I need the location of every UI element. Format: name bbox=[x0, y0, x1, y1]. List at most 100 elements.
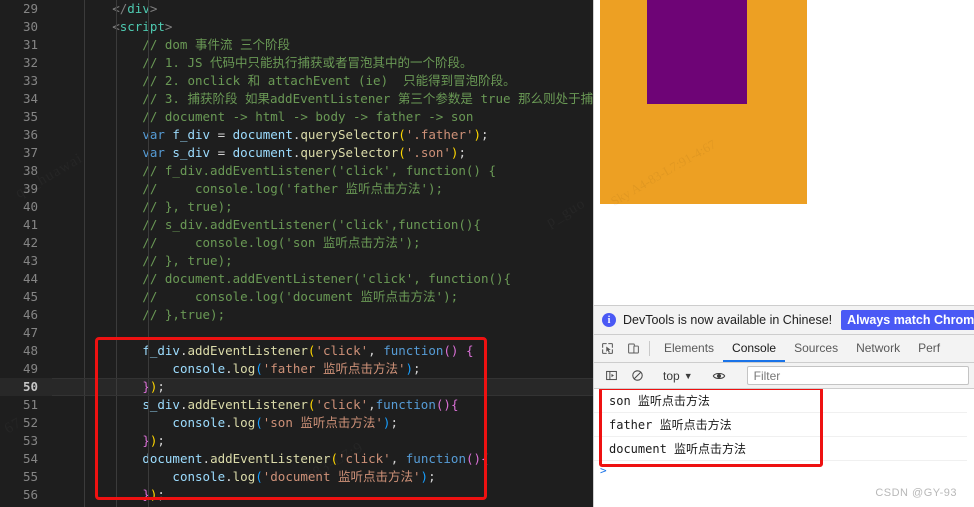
code-line[interactable]: 50 }); bbox=[0, 378, 593, 396]
code-token: '.father' bbox=[405, 127, 474, 142]
code-token: console bbox=[172, 361, 226, 376]
code-line[interactable]: 38 // f_div.addEventListener('click', fu… bbox=[0, 162, 593, 180]
code-line[interactable]: 56 }); bbox=[0, 486, 593, 504]
code-line[interactable]: 30 <script> bbox=[0, 18, 593, 36]
code-token: = bbox=[210, 145, 233, 160]
code-lines-container[interactable]: 29 </div> 30 <script> 31 // dom 事件流 三个阶段 32… bbox=[0, 0, 593, 507]
code-line[interactable]: 43 // }, true); bbox=[0, 252, 593, 270]
console-filter-input[interactable]: Filter bbox=[746, 366, 969, 385]
console-scrollbar[interactable] bbox=[967, 389, 974, 507]
code-line[interactable]: 33 // 2. onclick 和 attachEvent (ie) 只能得到… bbox=[0, 72, 593, 90]
code-line[interactable]: 53 }); bbox=[0, 432, 593, 450]
line-number: 40 bbox=[22, 199, 38, 214]
code-line[interactable]: 42 // console.log('son 监听点击方法'); bbox=[0, 234, 593, 252]
code-line[interactable]: 55 console.log('document 监听点击方法'); bbox=[0, 468, 593, 486]
code-line[interactable]: 29 </div> bbox=[0, 0, 593, 18]
code-line[interactable]: 32 // 1. JS 代码中只能执行捕获或者冒泡其中的一个阶段。 bbox=[0, 54, 593, 72]
code-line-text: // 1. JS 代码中只能执行捕获或者冒泡其中的一个阶段。 bbox=[52, 54, 593, 72]
code-line[interactable]: 44 // document.addEventListener('click',… bbox=[0, 270, 593, 288]
code-line[interactable]: 34 // 3. 捕获阶段 如果addEventListener 第三个参数是 … bbox=[0, 90, 593, 108]
devtools-tab-list[interactable]: Elements Console Sources Network Perf bbox=[655, 335, 949, 362]
tab-perf[interactable]: Perf bbox=[909, 335, 949, 362]
devtools-panel[interactable]: i DevTools is now available in Chinese! … bbox=[594, 305, 974, 507]
code-token: . bbox=[225, 415, 233, 430]
code-line[interactable]: 36 var f_div = document.querySelector('.… bbox=[0, 126, 593, 144]
code-line-text: f_div.addEventListener('click', function… bbox=[52, 342, 593, 360]
console-message[interactable]: document 监听点击方法 bbox=[594, 437, 974, 461]
indent-guide bbox=[84, 450, 85, 468]
page-viewport[interactable]: Sky A4-83-L7:91-4:67 bbox=[594, 0, 974, 305]
indent-guide bbox=[116, 342, 117, 360]
code-line-text: // document.addEventListener('click', fu… bbox=[52, 270, 593, 288]
always-match-chrome-language-button[interactable]: Always match Chrome's la bbox=[841, 310, 974, 330]
indent-guide bbox=[84, 432, 85, 450]
indent-guide bbox=[84, 54, 85, 72]
code-line-text: <script> bbox=[52, 18, 593, 36]
code-line[interactable]: 49 console.log('father 监听点击方法'); bbox=[0, 360, 593, 378]
code-token: // console.log('son 监听点击方法'); bbox=[52, 235, 421, 250]
code-line[interactable]: 40 // }, true); bbox=[0, 198, 593, 216]
console-message[interactable]: father 监听点击方法 bbox=[594, 413, 974, 437]
code-line[interactable]: 47 bbox=[0, 324, 593, 342]
code-token: ; bbox=[390, 415, 398, 430]
code-line-text: // },true); bbox=[52, 306, 593, 324]
devtools-tabbar[interactable]: Elements Console Sources Network Perf bbox=[594, 335, 974, 363]
console-message[interactable]: son 监听点击方法 bbox=[594, 389, 974, 413]
code-line[interactable]: 41 // s_div.addEventListener('click',fun… bbox=[0, 216, 593, 234]
code-line[interactable]: 46 // },true); bbox=[0, 306, 593, 324]
console-output[interactable]: son 监听点击方法 father 监听点击方法 document 监听点击方法 >… bbox=[594, 389, 974, 507]
console-context-selector[interactable]: top ▼ bbox=[659, 369, 697, 383]
indent-guide bbox=[116, 450, 117, 468]
live-expression-eye-icon[interactable] bbox=[706, 369, 732, 383]
line-number: 36 bbox=[22, 127, 38, 142]
clear-console-icon[interactable] bbox=[624, 369, 650, 382]
indent-guide bbox=[116, 18, 117, 36]
device-toolbar-icon[interactable] bbox=[620, 335, 646, 362]
code-token: ( bbox=[255, 361, 263, 376]
indent-guide bbox=[116, 252, 117, 270]
son-div[interactable] bbox=[647, 0, 747, 104]
code-line[interactable]: 54 document.addEventListener('click', fu… bbox=[0, 450, 593, 468]
tab-console[interactable]: Console bbox=[723, 335, 786, 362]
console-input-prompt[interactable]: > bbox=[594, 461, 974, 481]
indent-guide bbox=[148, 198, 149, 216]
indent-guide bbox=[116, 54, 117, 72]
code-line-text: </div> bbox=[52, 0, 593, 18]
code-line[interactable]: 31 // dom 事件流 三个阶段 bbox=[0, 36, 593, 54]
code-line[interactable]: 48 f_div.addEventListener('click', funct… bbox=[0, 342, 593, 360]
console-filterbar[interactable]: top ▼ Filter bbox=[594, 363, 974, 389]
indent-guide bbox=[148, 414, 149, 432]
console-message-list[interactable]: son 监听点击方法 father 监听点击方法 document 监听点击方法 bbox=[594, 389, 974, 461]
indent-guide bbox=[84, 396, 85, 414]
code-token: function bbox=[375, 397, 436, 412]
line-number: 41 bbox=[22, 217, 38, 232]
code-line[interactable]: 52 console.log('son 监听点击方法'); bbox=[0, 414, 593, 432]
code-line[interactable]: 35 // document -> html -> body -> father… bbox=[0, 108, 593, 126]
code-token: console bbox=[172, 415, 226, 430]
code-token: ( bbox=[398, 145, 406, 160]
code-line[interactable]: 45 // console.log('document 监听点击方法'); bbox=[0, 288, 593, 306]
code-token: div bbox=[127, 1, 150, 16]
code-line-text: var s_div = document.querySelector('.son… bbox=[52, 144, 593, 162]
code-line[interactable]: 39 // console.log('father 监听点击方法'); bbox=[0, 180, 593, 198]
code-token: // 2. onclick 和 attachEvent (ie) 只能得到冒泡阶… bbox=[52, 73, 516, 88]
indent-guide bbox=[116, 234, 117, 252]
tab-sources[interactable]: Sources bbox=[785, 335, 847, 362]
code-editor[interactable]: 29 </div> 30 <script> 31 // dom 事件流 三个阶段 32… bbox=[0, 0, 593, 507]
console-sidebar-icon[interactable] bbox=[598, 369, 624, 382]
code-line[interactable]: 37 var s_div = document.querySelector('.… bbox=[0, 144, 593, 162]
indent-guide bbox=[116, 0, 117, 18]
code-line[interactable]: 51 s_div.addEventListener('click',functi… bbox=[0, 396, 593, 414]
tab-elements[interactable]: Elements bbox=[655, 335, 723, 362]
code-token: ; bbox=[481, 127, 489, 142]
indent-guide bbox=[148, 180, 149, 198]
code-token: { bbox=[481, 451, 489, 466]
inspect-element-icon[interactable] bbox=[594, 335, 620, 362]
tab-network[interactable]: Network bbox=[847, 335, 909, 362]
indent-guide bbox=[116, 270, 117, 288]
